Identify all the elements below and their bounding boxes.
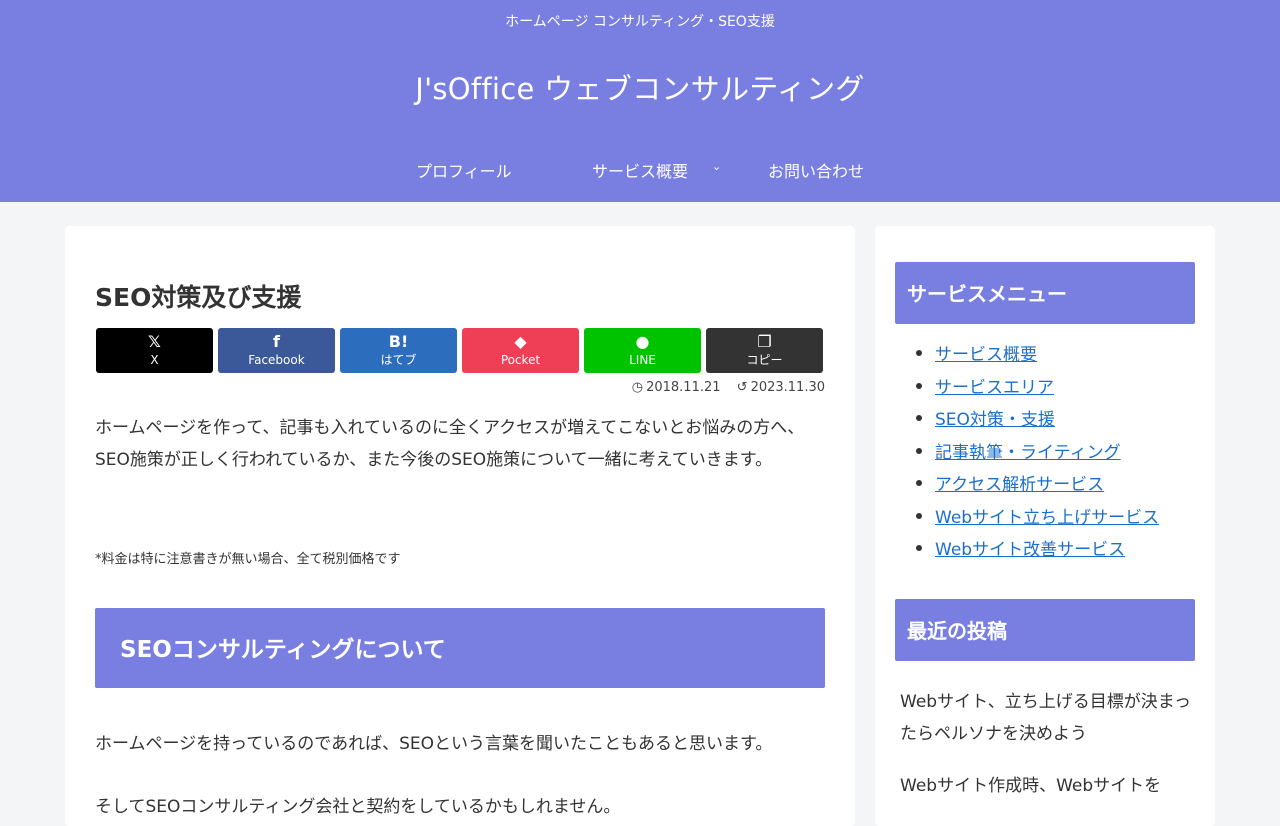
share-pocket-button[interactable]: ◆ Pocket (462, 328, 579, 373)
intro-text: ホームページを作って、記事も入れているのに全くアクセスが増えてこないとお悩みの方… (95, 418, 805, 470)
site-title[interactable]: J'sOffice ウェブコンサルティング (0, 66, 1280, 108)
facebook-icon: f (273, 332, 280, 351)
list-item: SEO対策・支援 (915, 405, 1159, 438)
copy-icon: ❐ (757, 332, 772, 351)
pocket-icon: ◆ (514, 332, 527, 351)
nav-item-profile[interactable]: プロフィール (416, 158, 512, 182)
share-label: X (150, 353, 159, 367)
share-buttons: 𝕏 X f Facebook B! はてブ ◆ Pocket ● LINE ❐ … (96, 328, 826, 374)
heading-text: 最近の投稿 (907, 619, 1007, 643)
list-item: アクセス解析サービス (915, 470, 1159, 503)
share-label: Pocket (500, 353, 541, 367)
section-heading-text: SEOコンサルティングについて (120, 637, 446, 663)
service-menu-list: サービス概要 サービスエリア SEO対策・支援 記事執筆・ライティング アクセス… (915, 340, 1159, 568)
clock-icon: ◷ (631, 380, 644, 395)
recent-post-link[interactable]: Webサイト作成時、Webサイトを (900, 770, 1200, 802)
site-header: ホームページ コンサルティング・SEO支援 J'sOffice ウェブコンサルテ… (0, 0, 1280, 202)
share-hatena-button[interactable]: B! はてブ (340, 328, 457, 373)
menu-link-service-area[interactable]: サービスエリア (935, 378, 1054, 398)
body-paragraph: ホームページを持っているのであれば、SEOという言葉を聞いたこともあると思います… (95, 734, 773, 754)
hatena-icon: B! (388, 332, 409, 351)
body-paragraph: そしてSEOコンサルティング会社と契約をしているかもしれません。 (95, 797, 621, 817)
share-facebook-button[interactable]: f Facebook (218, 328, 335, 373)
service-menu-heading: サービスメニュー (895, 262, 1195, 324)
page-title: SEO対策及び支援 (95, 283, 302, 312)
published-date: 2018.11.21 (646, 380, 721, 395)
share-label: コピー (746, 353, 783, 367)
share-copy-button[interactable]: ❐ コピー (706, 328, 823, 373)
recent-posts-heading: 最近の投稿 (895, 599, 1195, 661)
nav-item-services[interactable]: サービス概要 (592, 158, 688, 182)
global-nav: プロフィール サービス概要 ⌄ お問い合わせ (0, 158, 1280, 184)
menu-link-site-improve[interactable]: Webサイト改善サービス (935, 540, 1125, 560)
share-label: はてブ (380, 353, 417, 367)
list-item: Webサイト立ち上げサービス (915, 503, 1159, 536)
heading-text: サービスメニュー (907, 282, 1067, 306)
list-item: サービス概要 (915, 340, 1159, 373)
section-heading: SEOコンサルティングについて (95, 608, 825, 688)
price-note: *料金は特に注意書きが無い場合、全て税別価格です (95, 552, 401, 567)
chevron-down-icon[interactable]: ⌄ (712, 160, 721, 173)
sidebar: サービスメニュー サービス概要 サービスエリア SEO対策・支援 記事執筆・ライ… (875, 226, 1215, 826)
menu-link-service-overview[interactable]: サービス概要 (935, 345, 1037, 365)
list-item: Webサイト改善サービス (915, 535, 1159, 568)
menu-link-site-launch[interactable]: Webサイト立ち上げサービス (935, 508, 1159, 528)
share-line-button[interactable]: ● LINE (584, 328, 701, 373)
updated-date: 2023.11.30 (750, 380, 825, 395)
share-x-button[interactable]: 𝕏 X (96, 328, 213, 373)
recent-post-link[interactable]: Webサイト、立ち上げる目標が決まったらペルソナを決めよう (900, 686, 1200, 750)
line-icon: ● (635, 332, 650, 351)
main-content: SEO対策及び支援 𝕏 X f Facebook B! はてブ ◆ Pocket… (65, 226, 855, 826)
x-icon: 𝕏 (148, 332, 161, 351)
post-dates: ◷ 2018.11.21 ↺ 2023.11.30 (65, 380, 825, 395)
list-item: 記事執筆・ライティング (915, 438, 1159, 471)
menu-link-writing[interactable]: 記事執筆・ライティング (935, 443, 1121, 463)
menu-link-seo[interactable]: SEO対策・支援 (935, 410, 1055, 430)
history-icon: ↺ (736, 380, 748, 395)
share-label: LINE (629, 353, 656, 367)
site-tagline: ホームページ コンサルティング・SEO支援 (505, 14, 775, 30)
list-item: サービスエリア (915, 373, 1159, 406)
share-label: Facebook (248, 353, 305, 367)
menu-link-analytics[interactable]: アクセス解析サービス (935, 475, 1104, 495)
nav-item-contact[interactable]: お問い合わせ (768, 158, 864, 182)
